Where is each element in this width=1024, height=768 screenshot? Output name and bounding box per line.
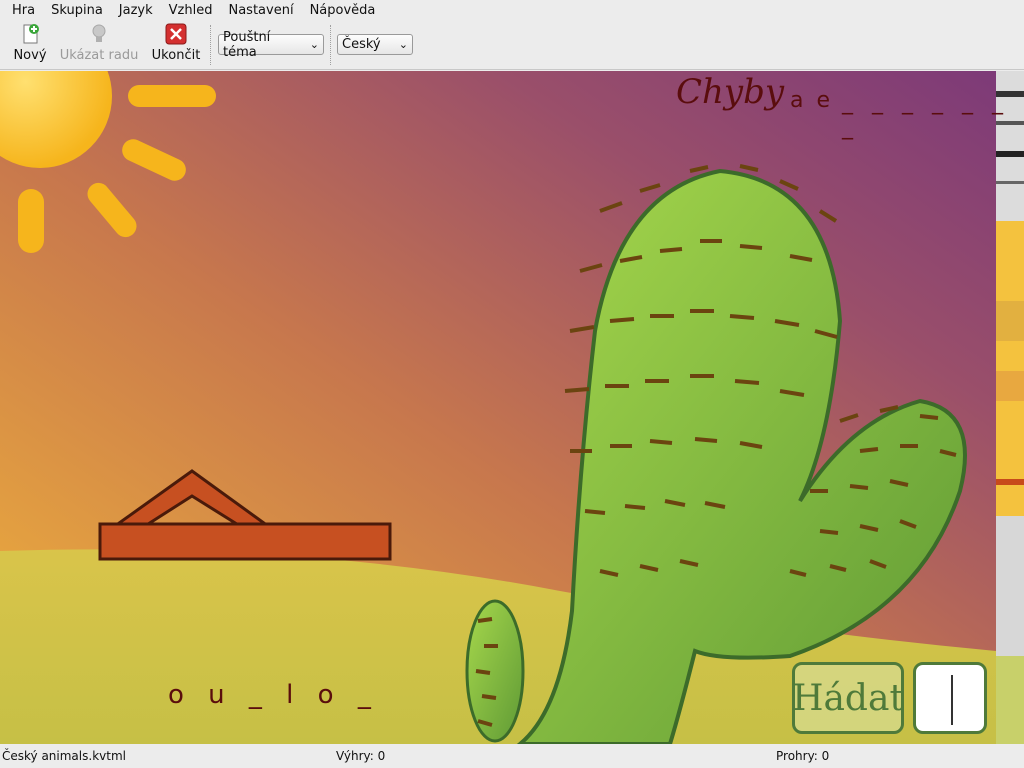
toolbar-separator: [330, 25, 332, 65]
menu-game[interactable]: Hra: [4, 0, 43, 21]
letter-input[interactable]: [913, 662, 987, 734]
misses-title: Chyby: [676, 72, 785, 112]
guessed-word: o u _ l o _: [168, 680, 379, 710]
hint-button[interactable]: Ukázat radu: [60, 23, 138, 67]
game-area: [0, 71, 996, 744]
misses-remaining: _ _ _ _ _ _ _: [842, 90, 1009, 140]
text-caret: [951, 675, 953, 725]
toolbar: Nový Ukázat radu Ukončit Pouštní téma ⌄ …: [0, 21, 1024, 70]
guess-button[interactable]: Hádat: [792, 662, 904, 734]
status-wins: Výhry: 0: [336, 749, 386, 763]
status-losses: Prohry: 0: [776, 749, 830, 763]
side-strip: [996, 71, 1024, 744]
side-strip-graphic: [996, 71, 1024, 744]
guess-button-label: Hádat: [792, 677, 904, 719]
menubar: Hra Skupina Jazyk Vzhled Nastavení Nápov…: [0, 0, 1024, 21]
lightbulb-icon: [92, 24, 106, 42]
chevron-down-icon: ⌄: [309, 38, 319, 51]
language-select[interactable]: Český ⌄: [337, 34, 413, 55]
menu-settings[interactable]: Nastavení: [220, 0, 301, 21]
language-select-value: Český: [342, 37, 381, 52]
new-document-icon: [23, 24, 39, 44]
hint-button-label: Ukázat radu: [59, 48, 139, 63]
menu-look[interactable]: Vzhled: [161, 0, 221, 21]
theme-select-value: Pouštní téma: [223, 29, 271, 60]
chevron-down-icon: ⌄: [398, 38, 408, 51]
desert-scene: [0, 71, 996, 744]
menu-language[interactable]: Jazyk: [111, 0, 161, 21]
new-button-label: Nový: [13, 48, 47, 63]
new-button[interactable]: Nový: [12, 23, 48, 67]
menu-help[interactable]: Nápověda: [302, 0, 384, 21]
close-icon: [165, 23, 187, 45]
missed-letters: a e: [790, 88, 834, 113]
quit-button-label: Ukončit: [151, 48, 201, 63]
theme-select[interactable]: Pouštní téma ⌄: [218, 30, 324, 60]
toolbar-separator: [210, 25, 212, 65]
statusbar: Český animals.kvtml Výhry: 0 Prohry: 0: [0, 744, 1024, 768]
menu-category[interactable]: Skupina: [43, 0, 111, 21]
status-file: Český animals.kvtml: [2, 749, 126, 763]
quit-button[interactable]: Ukončit: [150, 23, 202, 67]
